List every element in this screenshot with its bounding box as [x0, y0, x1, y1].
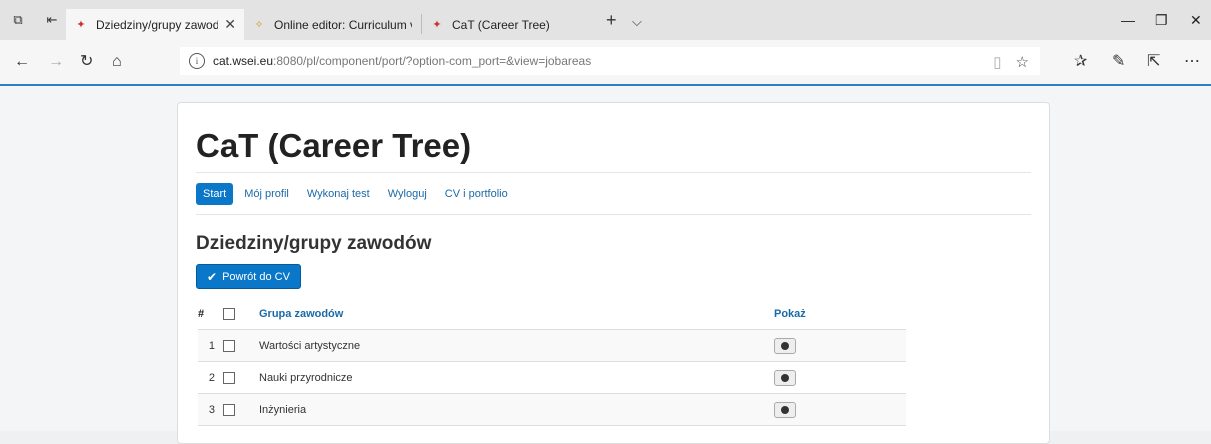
share-icon[interactable]: ⇱ — [1147, 53, 1160, 71]
set-aside-tabs-icon[interactable]: ⇤ — [44, 12, 60, 28]
browser-navigation-bar: ← → ↻ ⌂ i cat.wsei.eu:8080/pl/component/… — [0, 40, 1211, 86]
row-number: 1 — [198, 329, 223, 362]
back-icon[interactable]: ← — [14, 53, 30, 71]
site-title: CaT (Career Tree) — [196, 127, 472, 164]
tab-online-editor[interactable]: ✧ Online editor: Curriculum vi — [244, 9, 420, 40]
back-to-cv-label: Powrót do CV — [222, 270, 290, 283]
row-checkbox-cell — [223, 393, 259, 426]
row-show-cell — [774, 393, 906, 426]
reading-view-icon[interactable]: ▯ — [993, 54, 1001, 71]
tab-career-tree[interactable]: ✦ CaT (Career Tree) — [422, 9, 598, 40]
favorite-star-icon[interactable]: ☆ — [1016, 54, 1029, 71]
tab-list-chevron-icon[interactable]: ⌵ — [632, 13, 642, 31]
home-icon[interactable]: ⌂ — [112, 53, 122, 71]
close-window-icon[interactable]: ✕ — [1190, 12, 1202, 28]
row-group-name: Nauki przyrodnicze — [259, 361, 774, 394]
checkmark-icon: ✔ — [207, 269, 218, 284]
row-checkbox-cell — [223, 329, 259, 362]
url-path: :8080/pl/component/port/?option-com_port… — [273, 54, 592, 68]
column-header-group[interactable]: Grupa zawodów — [259, 299, 774, 330]
menu-item-take-test[interactable]: Wykonaj test — [300, 183, 377, 205]
row-checkbox[interactable] — [223, 371, 235, 384]
tab-manager-icon[interactable]: ⧉ — [10, 12, 26, 28]
url-domain: cat.wsei.eu — [213, 54, 274, 68]
site-favicon-icon: ✧ — [254, 18, 264, 31]
content-card: CaT (Career Tree) Start Mój profil Wykon… — [177, 102, 1050, 444]
table-row: 2 Nauki przyrodnicze — [198, 361, 906, 394]
show-button[interactable] — [774, 369, 796, 386]
refresh-icon[interactable]: ↻ — [80, 53, 93, 71]
site-info-icon[interactable]: i — [189, 53, 205, 69]
tab-title: Online editor: Curriculum vi — [274, 17, 412, 32]
tab-jobareas[interactable]: ✦ Dziedziny/grupy zawod ✕ — [66, 9, 244, 40]
page-viewport: CaT (Career Tree) Start Mój profil Wykon… — [0, 86, 1211, 444]
address-bar[interactable]: i cat.wsei.eu:8080/pl/component/port/?op… — [180, 47, 1040, 75]
select-all-checkbox[interactable] — [223, 308, 235, 321]
browser-tab-bar: ⧉ ⇤ ✦ Dziedziny/grupy zawod ✕ ✧ Online e… — [0, 0, 1211, 40]
row-show-cell — [774, 361, 906, 394]
more-menu-icon[interactable]: ⋯ — [1184, 53, 1200, 71]
address-actions: ▯ ☆ — [979, 53, 1029, 71]
row-checkbox-cell — [223, 361, 259, 394]
new-tab-icon[interactable]: + — [606, 11, 617, 29]
row-group-name: Inżynieria — [259, 393, 774, 426]
tab-title: Dziedziny/grupy zawod — [96, 17, 219, 32]
restore-icon[interactable]: ❐ — [1155, 12, 1168, 28]
select-all-checkbox-cell — [223, 299, 259, 330]
table-row: 1 Wartości artystyczne — [198, 329, 906, 362]
site-favicon-icon: ✦ — [432, 18, 442, 31]
close-tab-icon[interactable]: ✕ — [224, 16, 236, 33]
divider — [196, 214, 1031, 215]
row-show-cell — [774, 329, 906, 362]
main-menu: Start Mój profil Wykonaj test Wyloguj CV… — [196, 183, 519, 205]
menu-item-profile[interactable]: Mój profil — [237, 183, 296, 205]
row-group-name: Wartości artystyczne — [259, 329, 774, 362]
column-header-number: # — [198, 299, 223, 330]
table-row: 3 Inżynieria — [198, 393, 906, 426]
row-checkbox[interactable] — [223, 339, 235, 352]
table-header-row: # Grupa zawodów Pokaż — [198, 299, 906, 330]
show-button[interactable] — [774, 401, 796, 418]
menu-item-start[interactable]: Start — [196, 183, 234, 205]
tab-title: CaT (Career Tree) — [452, 17, 550, 32]
column-header-show[interactable]: Pokaż — [774, 299, 906, 330]
x-circle-icon — [781, 341, 789, 350]
menu-item-logout[interactable]: Wyloguj — [381, 183, 434, 205]
page-heading: Dziedziny/grupy zawodów — [196, 233, 432, 254]
divider — [196, 172, 1031, 173]
row-checkbox[interactable] — [223, 403, 235, 416]
job-areas-table: # Grupa zawodów Pokaż 1 Wartości artysty… — [198, 299, 906, 426]
show-button[interactable] — [774, 337, 796, 354]
site-favicon-icon: ✦ — [76, 18, 86, 31]
favorites-hub-icon[interactable]: ✰ — [1074, 53, 1087, 71]
row-number: 3 — [198, 393, 223, 426]
forward-icon[interactable]: → — [48, 53, 64, 71]
add-notes-icon[interactable]: ✎ — [1112, 53, 1125, 71]
menu-item-cv-portfolio[interactable]: CV i portfolio — [438, 183, 515, 205]
minimize-icon[interactable]: — — [1121, 12, 1135, 28]
back-to-cv-button[interactable]: ✔ Powrót do CV — [196, 264, 301, 289]
row-number: 2 — [198, 361, 223, 394]
x-circle-icon — [781, 373, 789, 382]
x-circle-icon — [781, 405, 789, 414]
